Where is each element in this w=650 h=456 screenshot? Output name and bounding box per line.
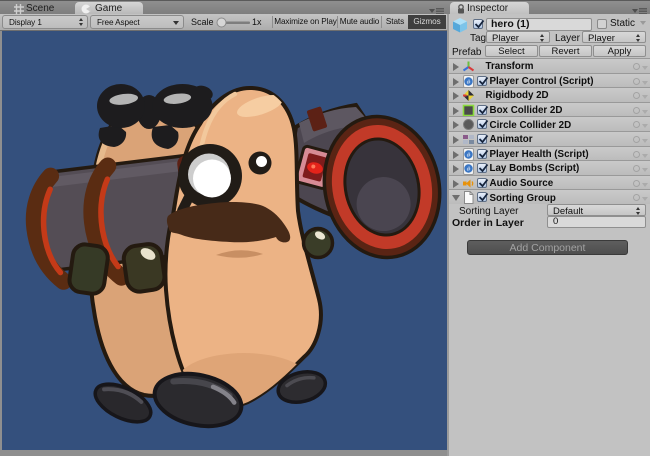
svg-text:#: # bbox=[467, 166, 471, 173]
svg-text:#: # bbox=[467, 152, 471, 159]
svg-text:#: # bbox=[467, 79, 471, 86]
